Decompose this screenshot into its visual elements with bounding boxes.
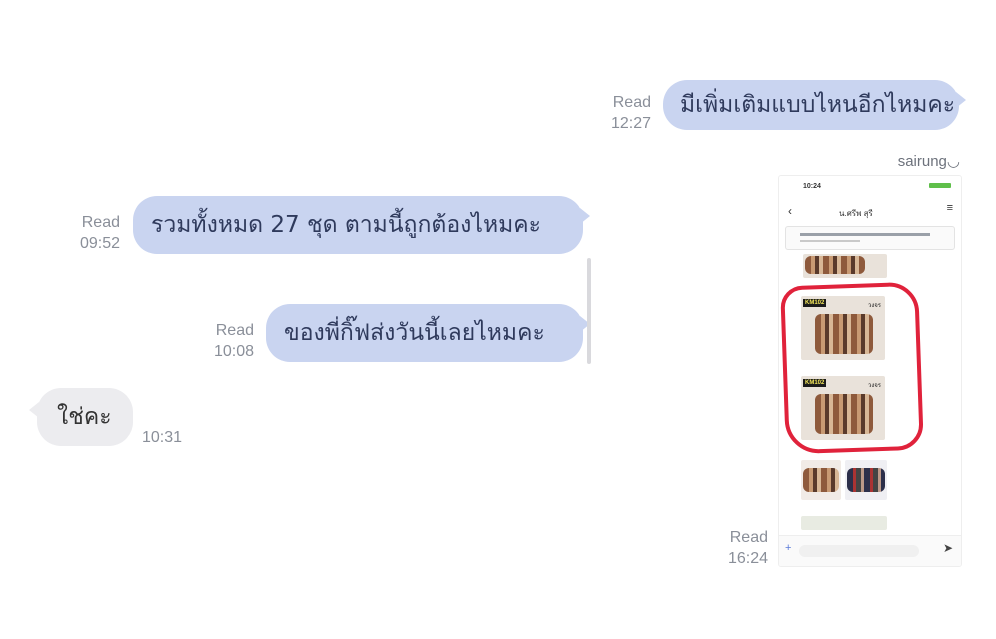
message-time: 09:52 bbox=[79, 235, 120, 252]
message-bubble-3[interactable]: ของพี่กิ๊ฟส่งวันนี้เลยไหมคะ bbox=[266, 304, 583, 362]
screenshot-product-image bbox=[801, 516, 887, 530]
bubble-tail bbox=[956, 92, 966, 108]
message-text: ใช่คะ bbox=[57, 404, 112, 430]
sender-name: sairung◡ bbox=[897, 153, 960, 170]
bubble-tail bbox=[580, 208, 590, 224]
screenshot-input-bar: + ➤ bbox=[779, 535, 961, 566]
read-status: Read bbox=[612, 94, 651, 111]
read-status: Read bbox=[81, 214, 120, 231]
message-time: 16:24 bbox=[727, 550, 768, 567]
screenshot-chat-header: ‹ น.ศรีพ สุรี ≡ bbox=[779, 200, 961, 222]
screenshot-chat-title: น.ศรีพ สุรี bbox=[839, 209, 873, 218]
read-status: Read bbox=[215, 322, 254, 339]
message-text: รวมทั้งหมด 27 ชุด ตามนี้ถูกต้องไหมคะ bbox=[151, 212, 542, 238]
screenshot-input-field bbox=[799, 545, 919, 557]
message-meta-1: Read 12:27 bbox=[600, 92, 651, 134]
image-attachment[interactable]: 10:24 ‹ น.ศรีพ สุรี ≡ KM102 วงจร KM102 ว… bbox=[778, 175, 962, 567]
message-text: มีเพิ่มเติมแบบไหนอีกไหมคะ bbox=[680, 92, 956, 118]
plus-icon: + bbox=[785, 542, 792, 554]
message-time: 12:27 bbox=[610, 115, 651, 132]
back-arrow-icon: ‹ bbox=[788, 204, 792, 218]
red-annotation-circle bbox=[780, 281, 924, 455]
send-icon: ➤ bbox=[942, 541, 953, 555]
scrollbar[interactable] bbox=[587, 258, 591, 364]
screenshot-product-image bbox=[803, 254, 887, 278]
message-bubble-1[interactable]: มีเพิ่มเติมแบบไหนอีกไหมคะ bbox=[663, 80, 959, 130]
screenshot-status-time: 10:24 bbox=[803, 183, 821, 190]
message-meta-image: Read 16:24 bbox=[710, 527, 768, 569]
screenshot-product-image bbox=[845, 460, 887, 500]
screenshot-product-image bbox=[801, 460, 841, 500]
message-meta-3: Read 10:08 bbox=[194, 320, 254, 362]
message-bubble-4[interactable]: ใช่คะ bbox=[37, 388, 133, 446]
message-meta-2: Read 09:52 bbox=[60, 212, 120, 254]
screenshot-pinned-message bbox=[785, 226, 955, 250]
battery-icon bbox=[929, 183, 951, 188]
message-time: 10:31 bbox=[142, 429, 183, 446]
message-text: ของพี่กิ๊ฟส่งวันนี้เลยไหมคะ bbox=[284, 320, 545, 346]
message-time: 10:08 bbox=[213, 343, 254, 360]
menu-icon: ≡ bbox=[946, 202, 953, 214]
read-status: Read bbox=[729, 529, 768, 546]
message-bubble-2[interactable]: รวมทั้งหมด 27 ชุด ตามนี้ถูกต้องไหมคะ bbox=[133, 196, 583, 254]
screenshot-status-bar: 10:24 bbox=[779, 176, 961, 198]
